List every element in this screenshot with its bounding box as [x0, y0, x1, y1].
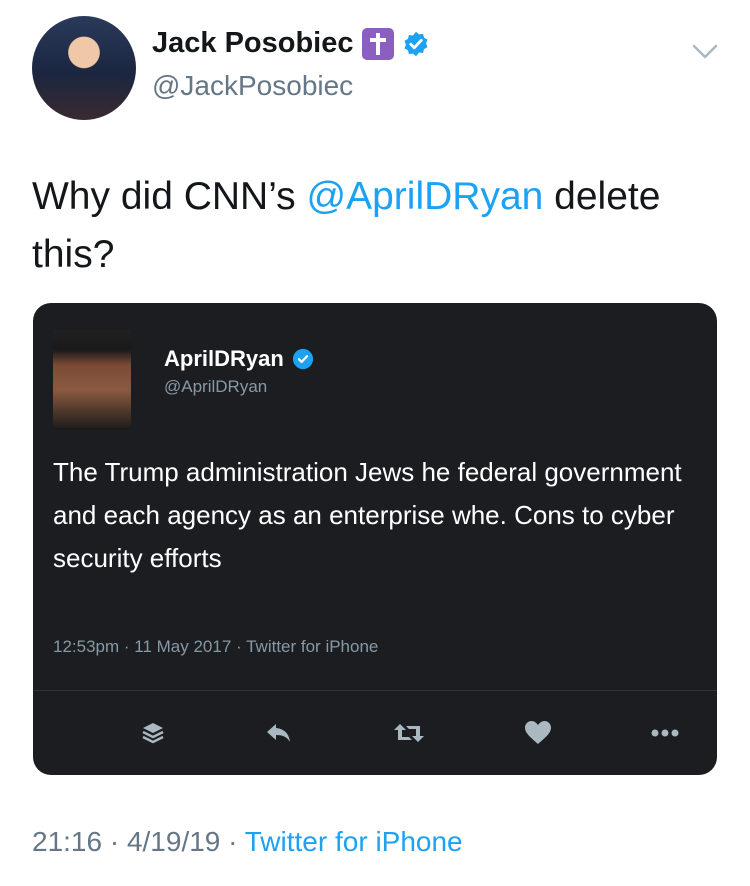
more-icon — [647, 715, 683, 751]
embedded-tweet-meta: 12:53pm · 11 May 2017 · Twitter for iPho… — [53, 637, 379, 656]
heart-icon — [520, 715, 556, 751]
tweet-footer: 21:16 · 4/19/19 · Twitter for iPhone — [32, 826, 463, 858]
author-display-name-row[interactable]: Jack Posobiec — [152, 27, 430, 60]
latin-cross-icon — [361, 27, 394, 60]
author-display-name[interactable]: Jack Posobiec — [152, 27, 354, 60]
layers-icon — [135, 715, 171, 751]
verified-badge-icon — [292, 348, 313, 370]
embedded-tweet-image[interactable]: AprilDRyan @AprilDRyan The Trump adminis… — [33, 303, 717, 775]
retweet-icon — [391, 715, 427, 751]
tweet-text-prefix: Why did CNN’s — [32, 175, 307, 218]
tweet-timestamp[interactable]: 21:16 · 4/19/19 · — [32, 826, 245, 857]
divider — [33, 690, 717, 691]
embedded-display-name: AprilDRyan — [164, 346, 284, 371]
verified-badge-icon — [403, 31, 428, 56]
author-avatar[interactable] — [32, 16, 136, 120]
reply-icon — [261, 715, 297, 751]
mention-link[interactable]: @AprilDRyan — [307, 175, 544, 218]
embedded-handle: @AprilDRyan — [164, 377, 268, 396]
embedded-tweet-body: The Trump administration Jews he federal… — [53, 457, 682, 573]
author-handle[interactable]: @JackPosobiec — [152, 70, 353, 102]
tweet-source-link[interactable]: Twitter for iPhone — [245, 826, 463, 857]
chevron-down-icon[interactable] — [690, 40, 720, 62]
embedded-display-name-row: AprilDRyan — [164, 346, 314, 372]
embedded-author-avatar — [53, 330, 131, 430]
tweet-text: Why did CNN’s @AprilDRyan delete this? — [32, 168, 712, 284]
embedded-action-bar — [33, 715, 717, 755]
